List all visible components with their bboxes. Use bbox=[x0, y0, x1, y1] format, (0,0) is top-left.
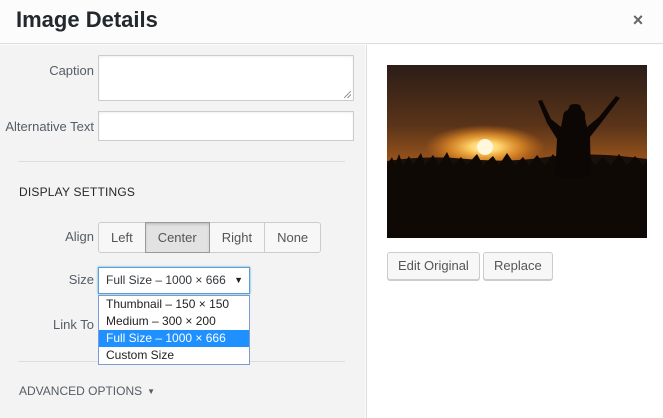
image-preview bbox=[387, 65, 647, 238]
link-to-label: Link To bbox=[53, 317, 94, 332]
triangle-down-icon: ▼ bbox=[147, 387, 156, 396]
advanced-options-label: ADVANCED OPTIONS bbox=[19, 384, 143, 398]
caption-label: Caption bbox=[49, 63, 94, 78]
edit-original-button[interactable]: Edit Original bbox=[387, 252, 480, 280]
align-button-group: Left Center Right None bbox=[98, 222, 322, 253]
size-label: Size bbox=[68, 272, 94, 287]
align-none-button[interactable]: None bbox=[264, 222, 322, 253]
align-right-button[interactable]: Right bbox=[208, 222, 266, 253]
modal-header: Image Details × bbox=[0, 0, 663, 44]
align-label: Align bbox=[65, 229, 94, 244]
divider bbox=[18, 161, 345, 162]
align-left-button[interactable]: Left bbox=[98, 222, 146, 253]
size-option-custom[interactable]: Custom Size bbox=[99, 347, 249, 364]
advanced-options-toggle[interactable]: ADVANCED OPTIONS ▼ bbox=[19, 384, 155, 398]
size-option-thumbnail[interactable]: Thumbnail – 150 × 150 bbox=[99, 296, 249, 313]
chevron-down-icon: ▼ bbox=[234, 275, 243, 285]
replace-button[interactable]: Replace bbox=[483, 252, 553, 280]
alt-text-field[interactable] bbox=[98, 111, 354, 141]
size-option-full[interactable]: Full Size – 1000 × 666 bbox=[99, 330, 249, 347]
caption-field[interactable] bbox=[98, 55, 354, 101]
size-select-value: Full Size – 1000 × 666 bbox=[106, 273, 226, 287]
size-select[interactable]: Full Size – 1000 × 666 ▼ bbox=[98, 267, 250, 294]
close-icon[interactable]: × bbox=[627, 9, 649, 31]
display-settings-heading: DISPLAY SETTINGS bbox=[19, 185, 136, 199]
modal-title: Image Details bbox=[16, 7, 158, 32]
attachment-settings: Caption Alternative Text DISPLAY SETTING… bbox=[0, 45, 365, 418]
alt-text-label: Alternative Text bbox=[5, 119, 94, 134]
size-dropdown-list: Thumbnail – 150 × 150 Medium – 300 × 200… bbox=[98, 295, 250, 365]
sunset-photo bbox=[387, 65, 647, 238]
image-preview-pane: Edit Original Replace bbox=[366, 45, 663, 418]
size-option-medium[interactable]: Medium – 300 × 200 bbox=[99, 313, 249, 330]
align-center-button[interactable]: Center bbox=[144, 222, 210, 253]
